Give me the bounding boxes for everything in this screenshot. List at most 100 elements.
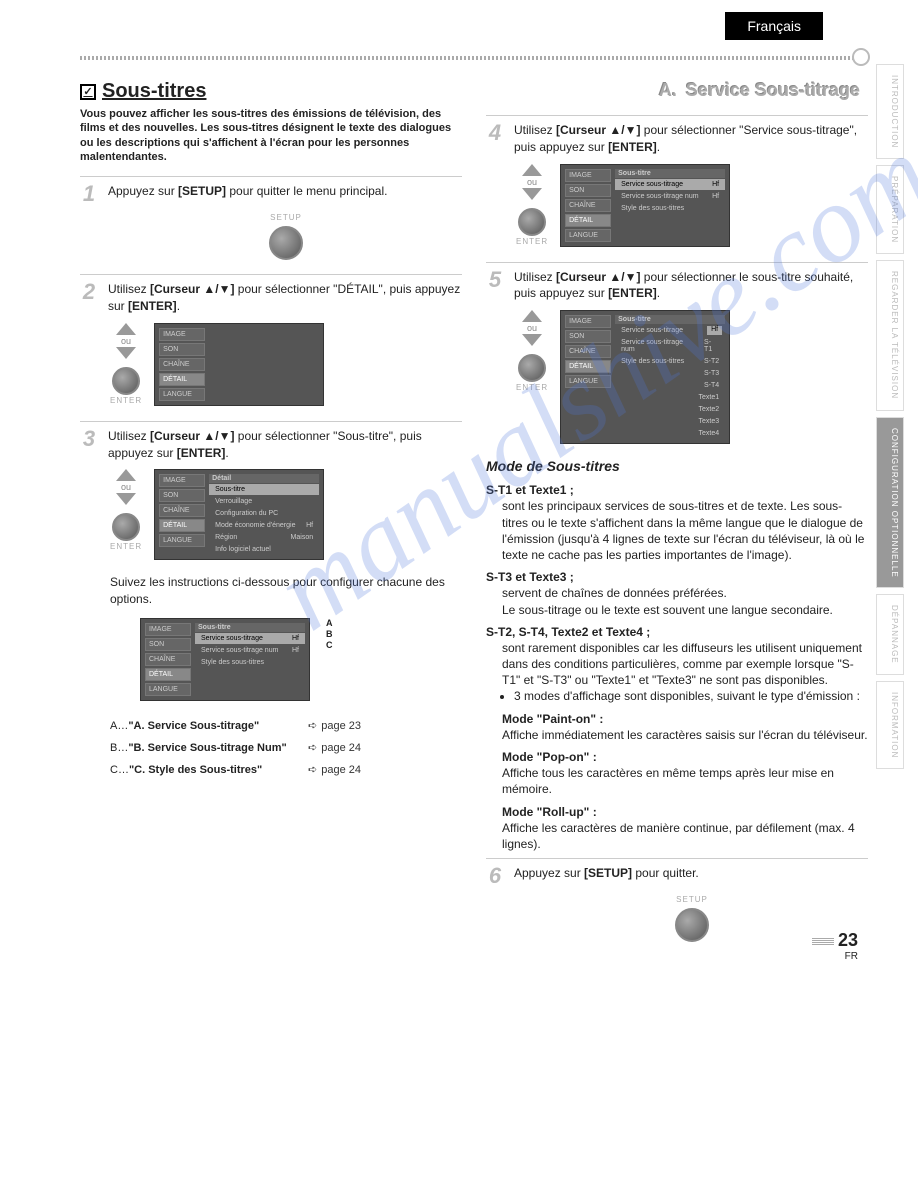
page-ref: page 24 <box>308 737 361 759</box>
legend-row: B…"B. Service Sous-titrage Num" page 24 <box>110 737 462 759</box>
osd-tab: CHAÎNE <box>565 199 611 212</box>
enter-button-icon <box>112 367 140 395</box>
osd-tab: SON <box>159 489 205 502</box>
callout-c: C <box>326 640 333 651</box>
mode-pop-on: Mode "Pop-on" : Affiche tous les caractè… <box>486 749 868 798</box>
osd-row: Service sous-titrageHf <box>615 325 725 336</box>
osd-tab: LANGUE <box>159 388 205 401</box>
mode-label: Mode "Pop-on" : <box>502 749 868 765</box>
osd-tab: LANGUE <box>565 375 611 388</box>
osd-tab: CHAÎNE <box>565 345 611 358</box>
mode-body: sont rarement disponibles car les diffus… <box>502 640 868 689</box>
osd-row: Sous-titre <box>209 484 319 495</box>
osd-tab-selected: DÉTAIL <box>159 373 205 386</box>
mode-body: servent de chaînes de données préférées. <box>502 585 868 601</box>
osd-tab: CHAÎNE <box>159 504 205 517</box>
arrow-up-icon <box>522 310 542 322</box>
step-2: 2 Utilisez [Curseur ▲/▼] pour sélectionn… <box>80 274 462 315</box>
mode-roll-up: Mode "Roll-up" : Affiche les caractères … <box>486 804 868 853</box>
osd-subtitle-options: IMAGE SON CHAÎNE DÉTAIL LANGUE Sous-titr… <box>560 310 730 444</box>
manual-page: Français INTRODUCTION PRÉPARATION REGARD… <box>0 0 918 976</box>
cursor-arrows: ou ENTER <box>516 310 548 394</box>
osd-tab: IMAGE <box>159 328 205 341</box>
osd-row: Style des sous-titres <box>195 657 305 668</box>
osd-tab: LANGUE <box>565 229 611 242</box>
arrow-up-icon <box>116 469 136 481</box>
osd-row: Service sous-titrageHf <box>195 633 305 644</box>
ou-label: ou <box>527 177 537 187</box>
step-number: 1 <box>80 183 98 205</box>
osd-tab-selected: DÉTAIL <box>159 519 205 532</box>
step-4: 4 Utilisez [Curseur ▲/▼] pour sélectionn… <box>486 115 868 156</box>
osd-tab: LANGUE <box>145 683 191 696</box>
enter-button-icon <box>518 354 546 382</box>
step-number: 4 <box>486 122 504 156</box>
mode-body: Le sous-titrage ou le texte est souvent … <box>502 602 868 618</box>
mode-label: S-T1 et Texte1 ; <box>486 482 868 498</box>
legend-row: C…"C. Style des Sous-titres" page 24 <box>110 759 462 781</box>
cursor-arrows: ou ENTER <box>110 469 142 553</box>
button-label: SETUP <box>676 895 708 904</box>
osd-row: Service sous-titrageHf <box>615 179 725 190</box>
step-1: 1 Appuyez sur [SETUP] pour quitter le me… <box>80 176 462 205</box>
step-4-graphic: ou ENTER IMAGE SON CHAÎNE DÉTAIL LANGUE <box>516 164 868 248</box>
mode-st2-st4: S-T2, S-T4, Texte2 et Texte4 ; sont rare… <box>486 624 868 705</box>
osd-header: Sous-titre <box>195 623 305 632</box>
mode-st1: S-T1 et Texte1 ; sont les principaux ser… <box>486 482 868 563</box>
osd-tab: IMAGE <box>145 623 191 636</box>
osd-tab-selected: DÉTAIL <box>565 214 611 227</box>
osd-row: Style des sous-titres <box>615 203 725 214</box>
ou-label: ou <box>121 336 131 346</box>
step-text: Appuyez sur [SETUP] pour quitter. <box>514 865 868 887</box>
mode-label: S-T2, S-T4, Texte2 et Texte4 ; <box>486 624 868 640</box>
osd-detail-menu: IMAGE SON CHAÎNE DÉTAIL LANGUE Détail So… <box>154 469 324 560</box>
check-icon: ✓ <box>80 84 96 100</box>
page-number: 23 FR <box>812 930 858 962</box>
enter-button-icon <box>112 513 140 541</box>
page-ref: page 24 <box>308 759 361 781</box>
button-label: ENTER <box>516 383 548 392</box>
section-tabs: INTRODUCTION PRÉPARATION REGARDER LA TÉL… <box>876 64 904 769</box>
step-text: Utilisez [Curseur ▲/▼] pour sélectionner… <box>108 428 462 462</box>
tab-optional-config: CONFIGURATION OPTIONNELLE <box>876 417 904 589</box>
osd-row: Texte2 <box>615 404 725 415</box>
tab-preparation: PRÉPARATION <box>876 165 904 254</box>
button-label: ENTER <box>110 396 142 405</box>
mode-st3: S-T3 et Texte3 ; servent de chaînes de d… <box>486 569 868 618</box>
osd-tab: IMAGE <box>565 315 611 328</box>
arrow-down-icon <box>522 334 542 346</box>
osd-row: Verrouillage <box>209 496 319 507</box>
mode-bullet: 3 modes d'affichage sont disponibles, su… <box>514 688 868 704</box>
language-tab: Français <box>725 12 823 40</box>
left-column: ✓ Sous-titres Vous pouvez afficher les s… <box>80 80 462 956</box>
osd-row: Texte1 <box>615 392 725 403</box>
osd-subtitle-menu: IMAGE SON CHAÎNE DÉTAIL LANGUE Sous-titr… <box>140 618 310 701</box>
button-label: SETUP <box>270 213 302 222</box>
step-5-graphic: ou ENTER IMAGE SON CHAÎNE DÉTAIL LANGUE <box>516 310 868 444</box>
setup-button-icon <box>269 226 303 260</box>
page-ref: page 23 <box>308 715 361 737</box>
tab-watch-tv: REGARDER LA TÉLÉVISION <box>876 260 904 410</box>
tab-troubleshooting: DÉPANNAGE <box>876 594 904 675</box>
step-text: Utilisez [Curseur ▲/▼] pour sélectionner… <box>514 122 868 156</box>
callout-a: A <box>326 618 333 629</box>
osd-header: Sous-titre <box>615 169 725 178</box>
step-number: 3 <box>80 428 98 462</box>
arrow-down-icon <box>522 188 542 200</box>
osd-row: Style des sous-titresS-T2 <box>615 356 725 367</box>
follow-instructions: Suivez les instructions ci-dessous pour … <box>110 574 462 608</box>
step-number: 5 <box>486 269 504 303</box>
cursor-arrows: ou ENTER <box>110 323 142 407</box>
osd-tab: SON <box>565 330 611 343</box>
step-text: Appuyez sur [SETUP] pour quitter le menu… <box>108 183 462 205</box>
step-6: 6 Appuyez sur [SETUP] pour quitter. <box>486 858 868 887</box>
osd-row: Mode économie d'énergieHf <box>209 520 319 531</box>
arrow-down-icon <box>116 347 136 359</box>
osd-header: Sous-titre <box>615 315 725 324</box>
header-rule <box>80 56 868 60</box>
abc-osd-graphic: IMAGE SON CHAÎNE DÉTAIL LANGUE Sous-titr… <box>140 618 462 701</box>
tab-information: INFORMATION <box>876 681 904 769</box>
setup-button-icon <box>675 908 709 942</box>
mode-paint-on: Mode "Paint-on" : Affiche immédiatement … <box>486 711 868 743</box>
osd-row: Texte3 <box>615 416 725 427</box>
